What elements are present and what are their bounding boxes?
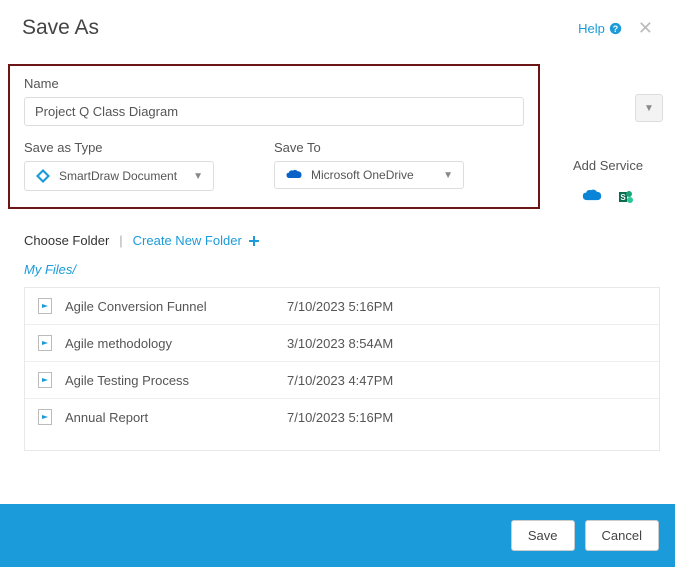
save-to-value: Microsoft OneDrive — [311, 168, 414, 182]
save-to-group: Save To Microsoft OneDrive ▼ — [274, 140, 464, 191]
help-icon: ? — [609, 22, 622, 35]
file-date: 7/10/2023 5:16PM — [287, 299, 393, 314]
save-config-panel: Name Save as Type SmartDraw Document ▼ S… — [8, 64, 540, 209]
plus-icon — [248, 235, 260, 247]
file-name: Agile Conversion Funnel — [65, 299, 275, 314]
cancel-button[interactable]: Cancel — [585, 520, 659, 551]
file-name: Agile methodology — [65, 336, 275, 351]
sharepoint-service-icon[interactable]: S — [618, 189, 634, 205]
dialog-header: Save As Help ? ✕ — [0, 0, 675, 46]
list-item[interactable]: Agile methodology 3/10/2023 8:54AM — [25, 325, 659, 362]
breadcrumb[interactable]: My Files/ — [24, 262, 675, 277]
close-icon[interactable]: ✕ — [638, 19, 653, 37]
file-list[interactable]: Agile Conversion Funnel 7/10/2023 5:16PM… — [24, 287, 660, 451]
file-date: 3/10/2023 8:54AM — [287, 336, 393, 351]
help-label: Help — [578, 21, 605, 36]
file-icon — [37, 298, 53, 314]
name-input[interactable] — [24, 97, 524, 126]
chevron-down-icon: ▼ — [193, 171, 203, 182]
file-date: 7/10/2023 4:47PM — [287, 373, 393, 388]
dialog-title: Save As — [22, 16, 99, 40]
onedrive-icon — [285, 169, 303, 181]
service-icons: S — [553, 189, 663, 205]
save-type-value: SmartDraw Document — [59, 169, 177, 183]
file-icon — [37, 335, 53, 351]
add-service-label: Add Service — [553, 158, 663, 173]
file-name: Annual Report — [65, 410, 275, 425]
chevron-down-icon: ▼ — [443, 170, 453, 181]
svg-text:?: ? — [613, 23, 618, 33]
onedrive-service-icon[interactable] — [582, 189, 602, 203]
service-panel: ▼ Add Service S — [553, 94, 663, 205]
list-item[interactable]: Agile Conversion Funnel 7/10/2023 5:16PM — [25, 288, 659, 325]
save-to-label: Save To — [274, 140, 464, 155]
choose-folder-label: Choose Folder — [24, 233, 109, 248]
help-link[interactable]: Help ? — [578, 21, 622, 36]
file-icon — [37, 409, 53, 425]
list-item[interactable]: Agile Testing Process 7/10/2023 4:47PM — [25, 362, 659, 399]
header-actions: Help ? ✕ — [578, 19, 653, 37]
extra-dropdown[interactable]: ▼ — [635, 94, 663, 122]
list-item[interactable]: Annual Report 7/10/2023 5:16PM — [25, 399, 659, 435]
save-to-dropdown[interactable]: Microsoft OneDrive ▼ — [274, 161, 464, 189]
file-name: Agile Testing Process — [65, 373, 275, 388]
save-type-dropdown[interactable]: SmartDraw Document ▼ — [24, 161, 214, 191]
save-type-group: Save as Type SmartDraw Document ▼ — [24, 140, 214, 191]
dialog-footer: Save Cancel — [0, 504, 675, 567]
name-label: Name — [24, 76, 524, 91]
divider: | — [119, 233, 122, 248]
save-button[interactable]: Save — [511, 520, 575, 551]
create-folder-label: Create New Folder — [133, 233, 242, 248]
save-type-label: Save as Type — [24, 140, 214, 155]
file-date: 7/10/2023 5:16PM — [287, 410, 393, 425]
create-folder-link[interactable]: Create New Folder — [133, 233, 260, 248]
folder-row: Choose Folder | Create New Folder — [24, 233, 675, 248]
smartdraw-icon — [35, 168, 51, 184]
svg-text:S: S — [620, 193, 626, 202]
file-icon — [37, 372, 53, 388]
chevron-down-icon: ▼ — [644, 103, 654, 114]
